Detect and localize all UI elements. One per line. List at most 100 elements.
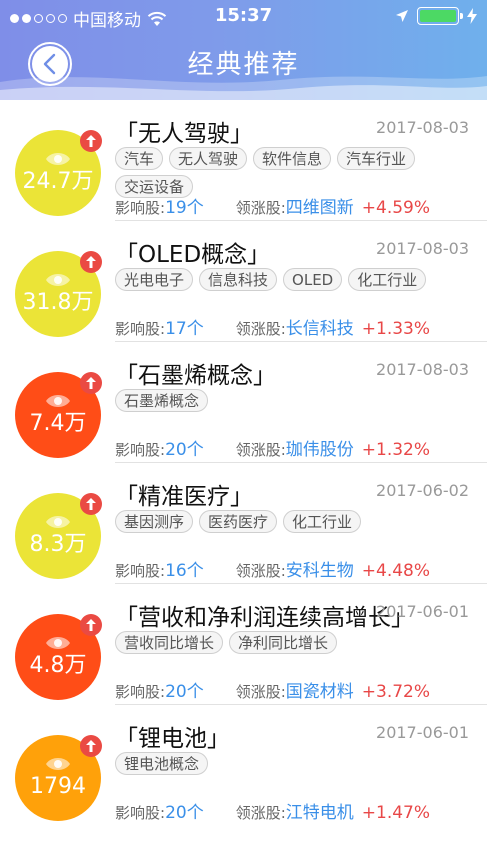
recommendation-list: 24.7万 「无人驾驶」 2017-08-03 汽车 无人驾驶 软件信息 汽车行业 交运… (0, 100, 487, 826)
trend-up-badge (80, 372, 102, 394)
trend-up-badge (80, 251, 102, 273)
influence-label: 影响股: (115, 683, 166, 701)
eye-icon (46, 758, 70, 770)
leader-stock[interactable]: 国瓷材料 (286, 677, 354, 702)
tag-list: 基因测序 医药医疗 化工行业 (115, 510, 467, 533)
arrow-up-icon (86, 256, 96, 268)
views-count: 8.3万 (29, 532, 87, 557)
item-date: 2017-06-01 (376, 723, 469, 742)
tag-chip[interactable]: 医药医疗 (199, 510, 278, 533)
item-date: 2017-08-03 (376, 239, 469, 258)
item-date: 2017-08-03 (376, 360, 469, 379)
item-title: 「锂电池」 (115, 726, 230, 752)
influence-label: 影响股: (115, 199, 166, 217)
list-item[interactable]: 31.8万 「OLED概念」 2017-08-03 光电电子 信息科技 OLED 化工… (15, 221, 487, 342)
tag-chip[interactable]: 基因测序 (115, 510, 194, 533)
item-date: 2017-06-02 (376, 481, 469, 500)
leader-change: +4.48% (361, 561, 431, 581)
eye-icon (46, 153, 70, 165)
views-count: 1794 (30, 774, 86, 799)
list-item[interactable]: 24.7万 「无人驾驶」 2017-08-03 汽车 无人驾驶 软件信息 汽车行业 交运… (15, 100, 487, 221)
tag-chip[interactable]: 化工行业 (283, 510, 362, 533)
leader-stock[interactable]: 安科生物 (286, 556, 354, 581)
leader-stock[interactable]: 珈伟股份 (286, 435, 354, 460)
leader-change: +1.32% (361, 440, 431, 460)
influence-count[interactable]: 20个 (165, 677, 204, 702)
item-meta: 影响股: 16个 领涨股: 安科生物 +4.48% (115, 556, 430, 581)
trend-up-badge (80, 130, 102, 152)
views-count: 24.7万 (22, 169, 94, 194)
leader-label: 领涨股: (235, 320, 286, 338)
list-item[interactable]: 4.8万 「营收和净利润连续高增长」 2017-06-01 营收同比增长 净利同比… (15, 584, 487, 705)
influence-count[interactable]: 20个 (165, 798, 204, 823)
influence-count[interactable]: 16个 (165, 556, 204, 581)
list-item[interactable]: 7.4万 「石墨烯概念」 2017-08-03 石墨烯概念 影响股: 20个 领… (15, 342, 487, 463)
header: 中国移动 15:37 经典推荐 (0, 0, 487, 100)
item-meta: 影响股: 20个 领涨股: 珈伟股份 +1.32% (115, 435, 430, 460)
influence-label: 影响股: (115, 562, 166, 580)
item-date: 2017-06-01 (376, 602, 469, 621)
views-count: 7.4万 (29, 411, 87, 436)
charging-bolt-icon (467, 8, 477, 24)
tag-list: 光电电子 信息科技 OLED 化工行业 (115, 268, 467, 291)
item-title: 「石墨烯概念」 (115, 363, 276, 389)
eye-icon (46, 395, 70, 407)
tag-chip[interactable]: 无人驾驶 (169, 147, 248, 170)
arrow-up-icon (86, 135, 96, 147)
leader-label: 领涨股: (235, 683, 286, 701)
tag-chip[interactable]: 光电电子 (115, 268, 194, 291)
arrow-up-icon (86, 619, 96, 631)
arrow-up-icon (86, 740, 96, 752)
trend-up-badge (80, 614, 102, 636)
item-date: 2017-08-03 (376, 118, 469, 137)
leader-label: 领涨股: (235, 441, 286, 459)
item-meta: 影响股: 17个 领涨股: 长信科技 +1.33% (115, 314, 430, 339)
tag-chip[interactable]: OLED (283, 268, 343, 291)
item-meta: 影响股: 20个 领涨股: 江特电机 +1.47% (115, 798, 430, 823)
leader-label: 领涨股: (235, 199, 286, 217)
influence-label: 影响股: (115, 441, 166, 459)
influence-count[interactable]: 20个 (165, 435, 204, 460)
item-title: 「OLED概念」 (115, 242, 271, 268)
item-meta: 影响股: 20个 领涨股: 国瓷材料 +3.72% (115, 677, 430, 702)
tag-chip[interactable]: 软件信息 (253, 147, 332, 170)
tag-chip[interactable]: 汽车 (115, 147, 164, 170)
status-bar: 中国移动 15:37 (0, 0, 487, 32)
tag-chip[interactable]: 锂电池概念 (115, 752, 209, 775)
views-count: 4.8万 (29, 653, 87, 678)
eye-icon (46, 516, 70, 528)
leader-change: +1.33% (361, 319, 431, 339)
location-arrow-icon (396, 10, 408, 22)
leader-change: +4.59% (361, 198, 431, 218)
item-title: 「精准医疗」 (115, 484, 253, 510)
arrow-up-icon (86, 377, 96, 389)
tag-chip[interactable]: 汽车行业 (337, 147, 416, 170)
page-title: 经典推荐 (187, 50, 300, 80)
tag-chip[interactable]: 石墨烯概念 (115, 389, 209, 412)
list-item[interactable]: 8.3万 「精准医疗」 2017-06-02 基因测序 医药医疗 化工行业 影响股:… (15, 463, 487, 584)
tag-chip[interactable]: 净利同比增长 (229, 631, 338, 654)
influence-count[interactable]: 17个 (165, 314, 204, 339)
battery-icon (417, 7, 463, 25)
list-item[interactable]: 1794 「锂电池」 2017-06-01 锂电池概念 影响股: 20个 领涨股… (15, 705, 487, 826)
leader-stock[interactable]: 长信科技 (286, 314, 354, 339)
leader-stock[interactable]: 四维图新 (286, 193, 354, 218)
tag-list: 锂电池概念 (115, 752, 467, 775)
tag-chip[interactable]: 信息科技 (199, 268, 278, 291)
tag-chip[interactable]: 营收同比增长 (115, 631, 224, 654)
item-title: 「营收和净利润连续高增长」 (115, 605, 414, 631)
item-meta: 影响股: 19个 领涨股: 四维图新 +4.59% (115, 193, 430, 218)
eye-icon (46, 274, 70, 286)
views-count: 31.8万 (22, 290, 94, 315)
arrow-up-icon (86, 498, 96, 510)
leader-change: +3.72% (361, 682, 431, 702)
tag-list: 营收同比增长 净利同比增长 (115, 631, 467, 654)
leader-stock[interactable]: 江特电机 (286, 798, 354, 823)
influence-count[interactable]: 19个 (165, 193, 204, 218)
tag-chip[interactable]: 化工行业 (348, 268, 427, 291)
leader-label: 领涨股: (235, 804, 286, 822)
eye-icon (46, 637, 70, 649)
trend-up-badge (80, 735, 102, 757)
leader-change: +1.47% (361, 803, 431, 823)
item-title: 「无人驾驶」 (115, 121, 253, 147)
